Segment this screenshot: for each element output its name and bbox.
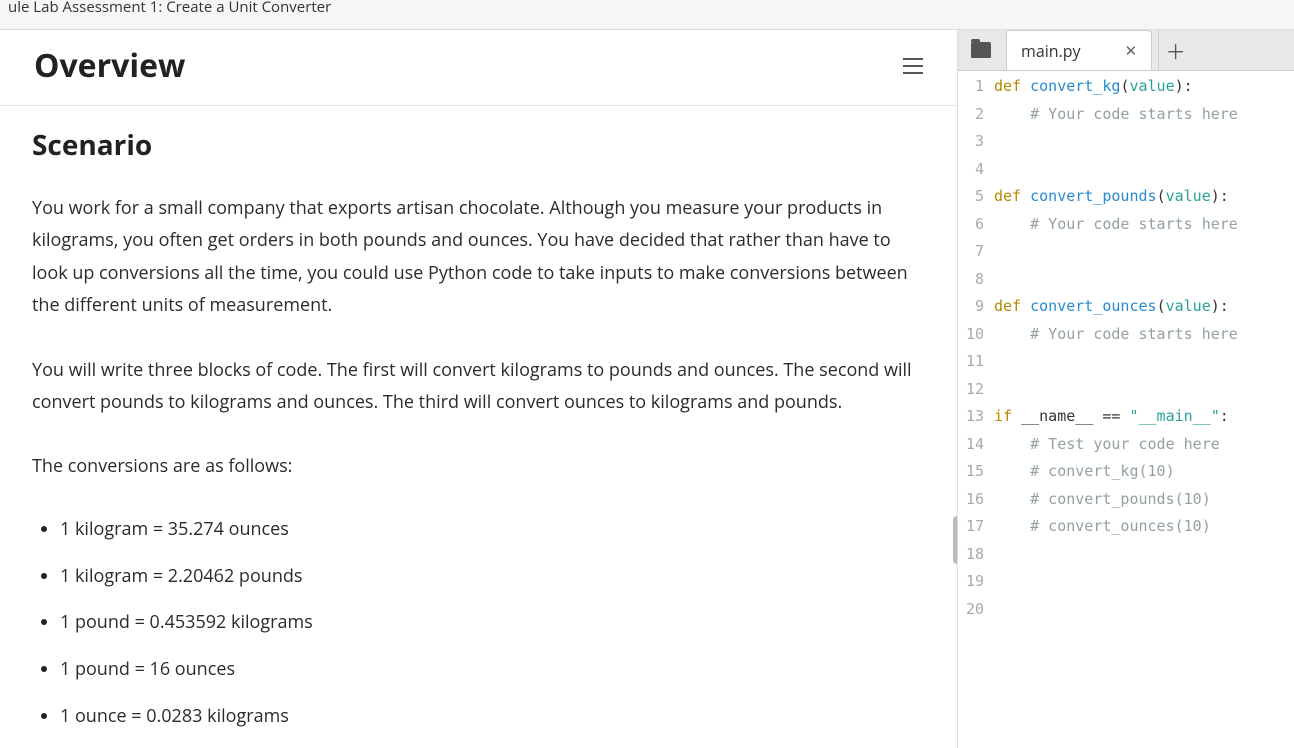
line-gutter: 1234567891011121314151617181920 [958, 71, 990, 748]
paragraph-1: You work for a small company that export… [32, 192, 925, 322]
list-item: 1 kilogram = 2.20462 pounds [60, 562, 925, 591]
code-line[interactable]: # Your code starts here [994, 101, 1294, 129]
code-line[interactable]: # convert_ounces(10) [994, 513, 1294, 541]
tab-label: main.py [1021, 40, 1081, 62]
overview-title: Overview [34, 44, 185, 87]
menu-icon[interactable] [903, 58, 923, 74]
code-line[interactable]: # Your code starts here [994, 321, 1294, 349]
paragraph-2: You will write three blocks of code. The… [32, 354, 925, 419]
new-tab-button[interactable]: ＋ [1158, 30, 1192, 70]
code-editor[interactable]: 1234567891011121314151617181920 def conv… [958, 70, 1294, 748]
code-line[interactable]: if __name__ == "__main__": [994, 403, 1294, 431]
code-line[interactable]: # Test your code here [994, 431, 1294, 459]
list-item: 1 pound = 0.453592 kilograms [60, 608, 925, 637]
code-line[interactable] [994, 266, 1294, 294]
code-line[interactable] [994, 376, 1294, 404]
breadcrumb: ule Lab Assessment 1: Create a Unit Conv… [8, 0, 331, 17]
paragraph-3: The conversions are as follows: [32, 450, 925, 482]
code-line[interactable] [994, 348, 1294, 376]
code-line[interactable]: # convert_kg(10) [994, 458, 1294, 486]
code-line[interactable] [994, 128, 1294, 156]
editor-pane: main.py ✕ ＋ 1234567891011121314151617181… [958, 30, 1294, 748]
code-line[interactable]: # convert_pounds(10) [994, 486, 1294, 514]
list-item: 1 pound = 16 ounces [60, 655, 925, 684]
scenario-heading: Scenario [32, 126, 925, 164]
code-area[interactable]: def convert_kg(value): # Your code start… [990, 71, 1294, 748]
page-header: ule Lab Assessment 1: Create a Unit Conv… [0, 0, 1294, 30]
code-line[interactable]: def convert_ounces(value): [994, 293, 1294, 321]
list-item: 1 kilogram = 35.274 ounces [60, 515, 925, 544]
editor-tab-main[interactable]: main.py ✕ [1006, 30, 1152, 70]
code-line[interactable] [994, 156, 1294, 184]
code-line[interactable] [994, 596, 1294, 624]
list-item: 1 ounce = 0.0283 kilograms [60, 702, 925, 731]
code-line[interactable] [994, 238, 1294, 266]
instructions-pane: Overview Scenario You work for a small c… [0, 30, 958, 748]
folder-icon [971, 42, 991, 58]
file-browser-button[interactable] [958, 30, 1004, 70]
main-split: Overview Scenario You work for a small c… [0, 30, 1294, 748]
code-line[interactable] [994, 568, 1294, 596]
overview-header: Overview [0, 30, 957, 106]
code-line[interactable]: def convert_kg(value): [994, 73, 1294, 101]
conversion-list: 1 kilogram = 35.274 ounces 1 kilogram = 2… [32, 515, 925, 731]
code-line[interactable]: # Your code starts here [994, 211, 1294, 239]
pane-splitter[interactable] [953, 516, 957, 564]
editor-tabbar: main.py ✕ ＋ [958, 30, 1294, 70]
code-line[interactable] [994, 541, 1294, 569]
instructions-content[interactable]: Scenario You work for a small company th… [0, 106, 957, 748]
close-icon[interactable]: ✕ [1121, 39, 1142, 63]
code-line[interactable]: def convert_pounds(value): [994, 183, 1294, 211]
